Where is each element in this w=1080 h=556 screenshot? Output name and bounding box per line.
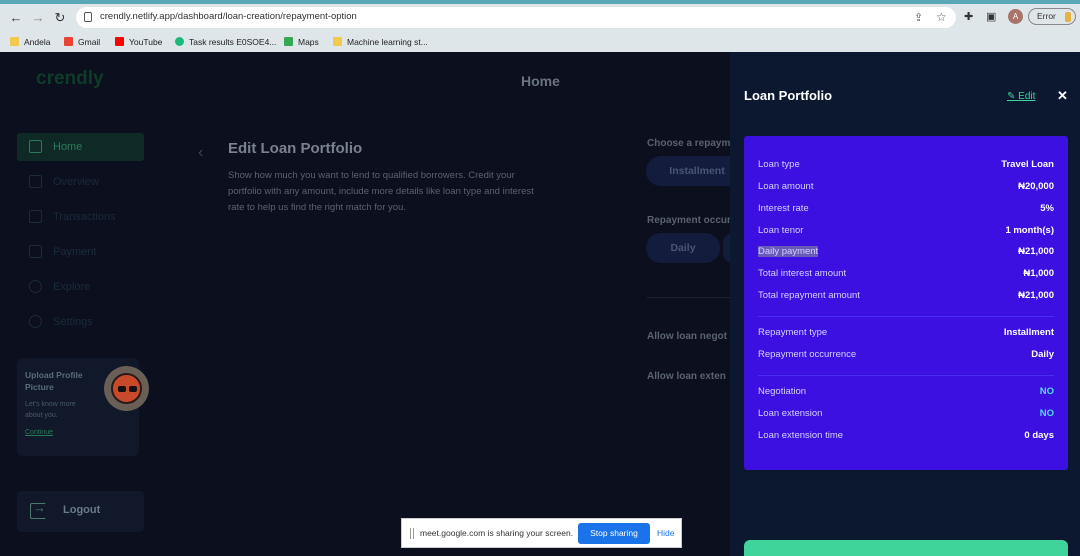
upload-profile-card: Upload Profile Picture Let's know more a… xyxy=(17,358,149,456)
upload-card-description: Let's know more about you. xyxy=(25,401,76,419)
avatar-illustration xyxy=(111,373,142,404)
nav-item-settings[interactable]: Settings xyxy=(17,308,144,336)
youtube-icon xyxy=(115,37,124,46)
stop-sharing-button[interactable]: Stop sharing xyxy=(578,523,650,544)
section-divider xyxy=(647,297,737,298)
sharing-message: meet.google.com is sharing your screen. xyxy=(420,528,574,538)
summary-row: Daily payment ₦21,000 xyxy=(758,246,1054,257)
settings-icon xyxy=(29,315,42,328)
bookmark-machine-learning[interactable]: Machine learning st... xyxy=(333,34,428,50)
summary-row: Interest rate 5% xyxy=(758,203,1054,214)
summary-row: Loan tenor 1 month(s) xyxy=(758,225,1054,236)
maps-icon xyxy=(284,37,293,46)
bookmarks-bar: Andela Gmail YouTube Task results E0SOE4… xyxy=(0,34,1080,50)
error-label: Error xyxy=(1037,11,1056,21)
summary-row: Total interest amount ₦1,000 xyxy=(758,268,1054,279)
logout-icon xyxy=(30,500,46,519)
page-title: Home xyxy=(521,73,560,89)
menu-dots-icon xyxy=(1065,12,1071,22)
continue-link[interactable]: Continue xyxy=(25,429,131,436)
nav-item-overview[interactable]: Overview xyxy=(17,168,144,196)
bookmark-task-results[interactable]: Task results E0SOE4... xyxy=(175,34,276,50)
submit-button[interactable] xyxy=(744,540,1068,556)
summary-row: Loan extension NO xyxy=(758,408,1054,419)
explore-icon xyxy=(29,280,42,293)
hide-button[interactable]: Hide xyxy=(657,528,674,538)
profile-picture[interactable] xyxy=(104,366,149,411)
nav-item-transactions[interactable]: Transactions xyxy=(17,203,144,231)
nav-item-payment[interactable]: Payment xyxy=(17,238,144,266)
folder-icon xyxy=(333,37,342,46)
summary-row: Loan amount ₦20,000 xyxy=(758,181,1054,192)
bookmark-maps[interactable]: Maps xyxy=(284,34,319,50)
summary-row: Loan extension time 0 days xyxy=(758,430,1054,441)
share-icon[interactable]: ⇪ xyxy=(914,11,923,24)
allow-negotiation-label: Allow loan negot xyxy=(647,331,727,342)
avatar-eye-left xyxy=(118,386,126,392)
avatar-eye-right xyxy=(129,386,137,392)
chevron-left-icon[interactable]: ‹ xyxy=(198,144,203,162)
profile-avatar[interactable]: A xyxy=(1008,9,1023,24)
pencil-icon: ✎ xyxy=(1007,91,1019,102)
transactions-icon xyxy=(29,210,42,223)
home-icon xyxy=(29,140,42,153)
nav-item-explore[interactable]: Explore xyxy=(17,273,144,301)
extensions-icon[interactable]: ✚ xyxy=(964,10,973,23)
drawer-title: Loan Portfolio xyxy=(744,88,833,103)
overview-icon xyxy=(29,175,42,188)
crendly-logo[interactable]: crendly xyxy=(36,68,104,90)
bookmark-andela[interactable]: Andela xyxy=(10,34,50,50)
task-icon xyxy=(175,37,184,46)
repayment-type-label: Choose a repaym xyxy=(647,138,731,149)
browser-chrome: ← → ↻ crendly.netlify.app/dashboard/loan… xyxy=(0,4,1080,52)
edit-link[interactable]: ✎ Edit xyxy=(1007,91,1035,102)
summary-row: Loan type Travel Loan xyxy=(758,159,1054,170)
bookmark-youtube[interactable]: YouTube xyxy=(115,34,162,50)
side-panel-icon[interactable]: ▣ xyxy=(986,10,996,23)
payment-icon xyxy=(29,245,42,258)
edit-portfolio-description: Show how much you want to lend to qualif… xyxy=(228,170,534,213)
daily-option-button[interactable]: Daily xyxy=(646,233,720,263)
allow-extension-label: Allow loan exten xyxy=(647,371,726,382)
bookmark-gmail[interactable]: Gmail xyxy=(64,34,100,50)
repayment-occurrence-label: Repayment occur xyxy=(647,215,731,226)
upload-card-title: Upload Profile Picture xyxy=(25,370,83,392)
summary-divider xyxy=(758,316,1054,317)
folder-icon xyxy=(10,37,19,46)
edit-portfolio-title: Edit Loan Portfolio xyxy=(228,140,363,157)
drag-handle-icon[interactable] xyxy=(410,528,414,539)
lock-icon xyxy=(84,12,92,22)
forward-arrow-icon[interactable]: → xyxy=(30,10,46,26)
bookmark-star-icon[interactable]: ☆ xyxy=(936,10,947,24)
reload-icon[interactable]: ↻ xyxy=(52,10,68,26)
summary-row: Repayment type Installment xyxy=(758,327,1054,338)
summary-row: Repayment occurrence Daily xyxy=(758,349,1054,360)
logout-label: Logout xyxy=(63,504,101,516)
summary-row: Total repayment amount ₦21,000 xyxy=(758,290,1054,301)
gmail-icon xyxy=(64,37,73,46)
close-icon[interactable]: ✕ xyxy=(1057,88,1068,104)
summary-row: Negotiation NO xyxy=(758,386,1054,397)
highlighted-label: Daily payment xyxy=(758,246,819,257)
logout-button[interactable]: Logout xyxy=(17,491,144,532)
nav-item-home[interactable]: Home xyxy=(17,133,144,161)
url-text[interactable]: crendly.netlify.app/dashboard/loan-creat… xyxy=(100,11,357,22)
screen-sharing-bar: meet.google.com is sharing your screen. … xyxy=(401,518,682,548)
summary-divider xyxy=(758,375,1054,376)
loan-summary-card: Loan type Travel Loan Loan amount ₦20,000 … xyxy=(744,136,1068,470)
back-arrow-icon[interactable]: ← xyxy=(8,10,24,26)
address-bar[interactable]: crendly.netlify.app/dashboard/loan-creat… xyxy=(76,7,956,28)
loan-portfolio-drawer: Loan Portfolio ✎ Edit ✕ Loan type Travel … xyxy=(730,52,1080,556)
error-button[interactable]: Error xyxy=(1028,8,1076,25)
